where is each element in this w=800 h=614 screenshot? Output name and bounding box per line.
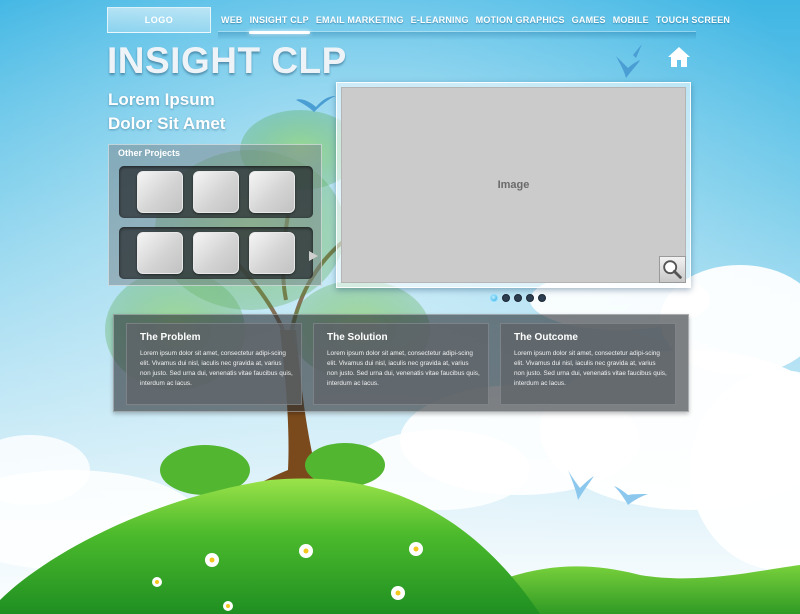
project-thumbnail[interactable] <box>193 171 239 213</box>
nav-item-motion-graphics[interactable]: MOTION GRAPHICS <box>473 10 568 32</box>
home-icon[interactable] <box>667 46 691 68</box>
slide-pagination <box>490 294 546 302</box>
nav-item-web[interactable]: WEB <box>218 10 246 32</box>
arrow-right-icon[interactable] <box>309 251 318 261</box>
main-nav: WEB INSIGHT CLP EMAIL MARKETING E-LEARNI… <box>218 10 730 34</box>
other-projects-panel: Other Projects <box>108 144 322 286</box>
project-thumbnail[interactable] <box>249 232 295 274</box>
card-title: The Solution <box>327 332 388 343</box>
nav-item-games[interactable]: GAMES <box>569 10 609 32</box>
zoom-button[interactable] <box>659 256 686 283</box>
project-thumbnail[interactable] <box>137 232 183 274</box>
subtitle-line-2: Dolor Sit Amet <box>108 114 226 133</box>
nav-item-e-learning[interactable]: E-LEARNING <box>408 10 472 32</box>
magnifier-icon <box>663 260 682 279</box>
image-viewer: Image <box>336 82 691 288</box>
card-text: Lorem ipsum dolor sit amet, consectetur … <box>140 350 293 387</box>
nav-item-insight-clp[interactable]: INSIGHT CLP <box>247 10 312 34</box>
page-subtitle: Lorem Ipsum Dolor Sit Amet <box>108 88 225 136</box>
slide-dot[interactable] <box>538 294 546 302</box>
card-title: The Outcome <box>514 332 578 343</box>
project-row-1 <box>119 166 313 218</box>
card-title: The Problem <box>140 332 201 343</box>
solution-card: The Solution Lorem ipsum dolor sit amet,… <box>313 323 489 405</box>
nav-item-touch-screen[interactable]: TOUCH SCREEN <box>653 10 733 32</box>
slide-dot[interactable] <box>526 294 534 302</box>
project-thumbnail[interactable] <box>137 171 183 213</box>
slide-dot[interactable] <box>490 294 498 302</box>
subtitle-line-1: Lorem Ipsum <box>108 90 215 109</box>
image-label: Image <box>497 179 530 191</box>
other-projects-title: Other Projects <box>118 148 181 158</box>
card-text: Lorem ipsum dolor sit amet, consectetur … <box>327 350 480 387</box>
project-row-2 <box>119 227 318 279</box>
slide-dot[interactable] <box>502 294 510 302</box>
project-thumbnail[interactable] <box>193 232 239 274</box>
project-thumbnail[interactable] <box>249 171 295 213</box>
slide-dot[interactable] <box>514 294 522 302</box>
info-panel: The Problem Lorem ipsum dolor sit amet, … <box>113 314 689 412</box>
page-title: INSIGHT CLP <box>107 40 347 81</box>
logo[interactable]: LOGO <box>107 7 211 33</box>
card-text: Lorem ipsum dolor sit amet, consectetur … <box>514 350 667 387</box>
image-placeholder[interactable]: Image <box>341 87 686 283</box>
nav-item-mobile[interactable]: MOBILE <box>610 10 652 32</box>
problem-card: The Problem Lorem ipsum dolor sit amet, … <box>126 323 302 405</box>
nav-item-email-marketing[interactable]: EMAIL MARKETING <box>313 10 407 32</box>
outcome-card: The Outcome Lorem ipsum dolor sit amet, … <box>500 323 676 405</box>
